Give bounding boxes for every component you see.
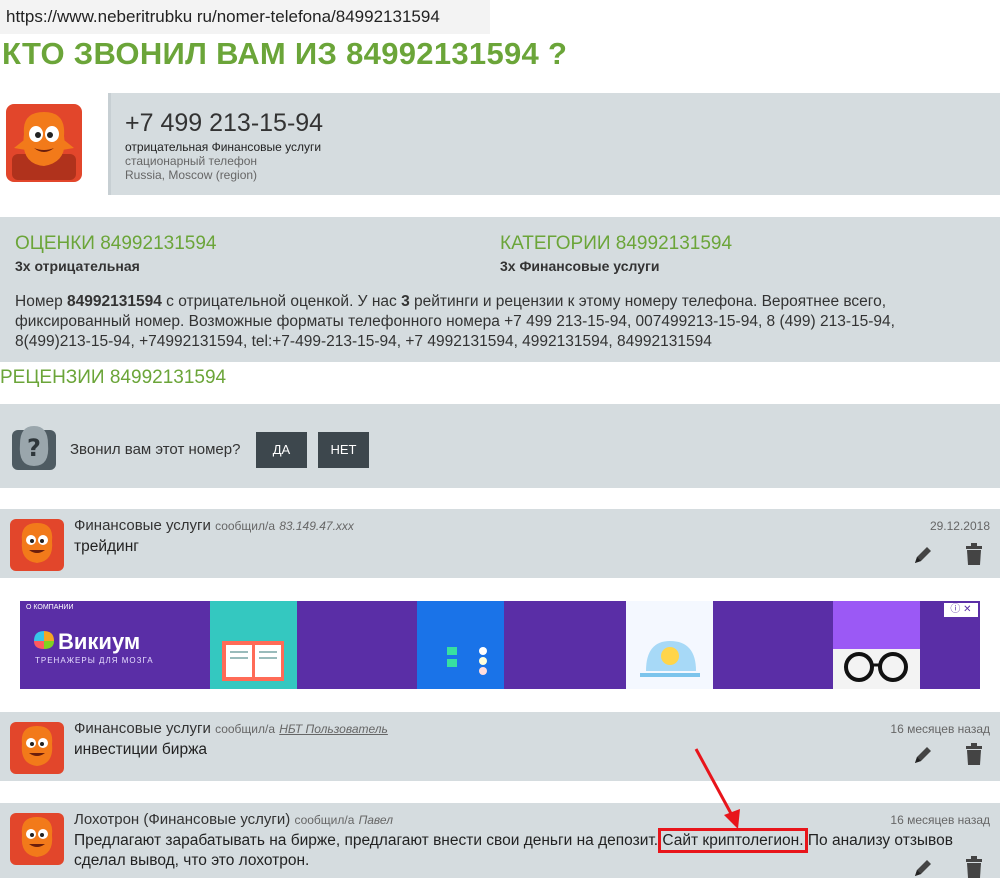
phone-rating-line: отрицательная Финансовые услуги	[125, 140, 322, 154]
mascot-avatar	[10, 519, 64, 571]
ad-slide-image	[417, 601, 504, 689]
review-category: Лохотрон (Финансовые услуги) сообщил/а П…	[74, 811, 393, 828]
pencil-icon[interactable]	[912, 544, 934, 566]
categories-summary: 3x Финансовые услуги	[500, 258, 660, 274]
svg-text:?: ?	[27, 434, 41, 462]
review-text: инвестиции биржа	[74, 741, 208, 758]
did-they-call-question: Звонил вам этот номер?	[70, 441, 241, 458]
ad-banner[interactable]: О КОМПАНИИ Викиум ТРЕНАЖЕРЫ ДЛЯ МОЗГА ⓘ …	[20, 601, 980, 689]
phone-number: +7 499 213-15-94	[125, 109, 324, 137]
page-title: КТО ЗВОНИЛ ВАМ ИЗ 84992131594 ?	[2, 36, 568, 71]
reviews-heading: РЕЦЕНЗИИ 84992131594	[0, 367, 227, 388]
pencil-icon[interactable]	[912, 744, 934, 766]
review-item: Финансовые услуги сообщил/а НБТ Пользова…	[0, 712, 1000, 781]
review-date: 29.12.2018	[929, 519, 990, 533]
info-panel: ОЦЕНКИ 84992131594 3x отрицательная КАТЕ…	[0, 217, 1000, 362]
mascot-avatar	[6, 104, 82, 182]
trash-icon[interactable]	[964, 543, 984, 565]
review-author-link[interactable]: НБТ Пользователь	[279, 722, 388, 736]
categories-heading: КАТЕГОРИИ 84992131594	[500, 233, 733, 254]
phone-region: Russia, Moscow (region)	[125, 168, 258, 182]
review-category: Финансовые услуги сообщил/а НБТ Пользова…	[74, 720, 388, 737]
ad-subtitle: ТРЕНАЖЕРЫ ДЛЯ МОЗГА	[35, 656, 154, 665]
review-text: трейдинг	[74, 538, 139, 555]
did-they-call-panel: ? Звонил вам этот номер? ДА НЕТ	[0, 404, 1000, 488]
pencil-icon[interactable]	[912, 857, 934, 878]
ad-info-close-icon[interactable]: ⓘ ✕	[944, 603, 978, 617]
review-item: Финансовые услуги сообщил/а 83.149.47.xx…	[0, 509, 1000, 578]
ad-slide-image	[833, 601, 920, 689]
trash-icon[interactable]	[964, 856, 984, 878]
yes-button[interactable]: ДА	[256, 432, 307, 468]
review-category: Финансовые услуги сообщил/а 83.149.47.xx…	[74, 517, 354, 534]
ad-slide-image	[210, 601, 297, 689]
review-item: Лохотрон (Финансовые услуги) сообщил/а П…	[0, 803, 1000, 878]
mascot-avatar	[10, 722, 64, 774]
no-button[interactable]: НЕТ	[318, 432, 369, 468]
review-text: Предлагают зарабатывать на бирже, предла…	[74, 828, 953, 869]
address-bar[interactable]: https://www.neberitrubku ru/nomer-telefo…	[0, 0, 490, 34]
ratings-summary: 3x отрицательная	[15, 258, 140, 274]
review-date: 16 месяцев назад	[890, 722, 990, 736]
ratings-heading: ОЦЕНКИ 84992131594	[15, 233, 217, 254]
trash-icon[interactable]	[964, 743, 984, 765]
ad-slide-image	[626, 601, 713, 689]
review-date: 16 месяцев назад	[890, 813, 990, 827]
annotation-arrow	[694, 748, 740, 829]
ad-tag: О КОМПАНИИ	[26, 604, 74, 611]
phone-type: стационарный телефон	[125, 154, 258, 168]
brain-logo-icon	[34, 631, 54, 649]
number-description: Номер 84992131594 с отрицательной оценко…	[15, 293, 895, 350]
phone-summary-panel: +7 499 213-15-94 отрицательная Финансовы…	[108, 93, 1000, 195]
question-mascot-icon: ?	[12, 426, 56, 470]
mascot-avatar	[10, 813, 64, 865]
ad-brand: Викиум	[58, 629, 141, 654]
